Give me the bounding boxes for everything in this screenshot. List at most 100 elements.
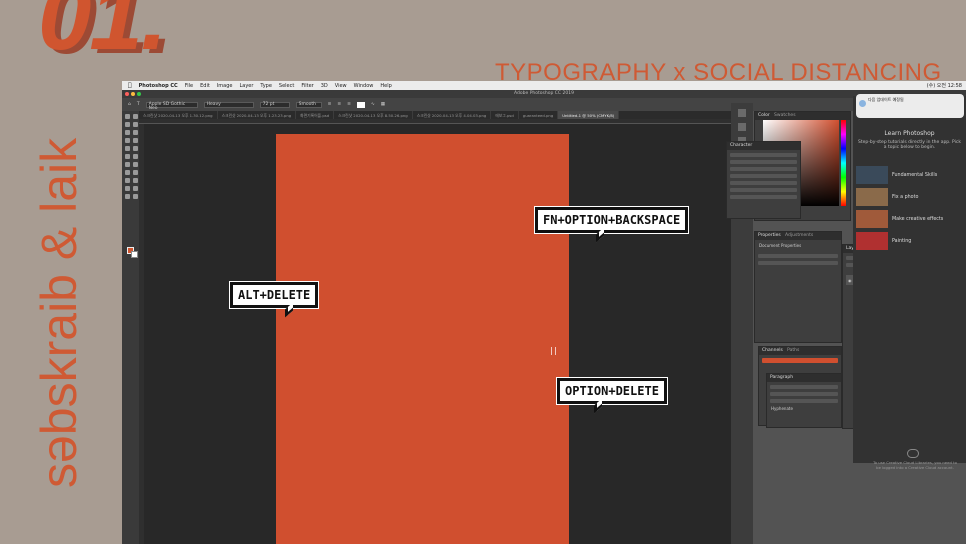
tab-paths[interactable]: Paths [787, 348, 799, 353]
menu-window[interactable]: Window [354, 83, 374, 89]
notification-text: 다음 업데이트 예정됨 [868, 97, 904, 102]
menu-select[interactable]: Select [279, 83, 294, 89]
shape-tool-icon[interactable] [125, 186, 130, 191]
brush-tool-icon[interactable] [125, 146, 130, 151]
doc-tab[interactable]: 애보그.psd [491, 111, 519, 119]
type-tool-icon[interactable]: T [137, 102, 140, 107]
title-bar: Adobe Photoshop CC 2019 [122, 90, 966, 98]
menu-layer[interactable]: Layer [239, 83, 253, 89]
tab-swatches[interactable]: Swatches [774, 113, 796, 118]
paragraph-indent-fields[interactable] [770, 392, 838, 396]
home-icon[interactable]: ⌂ [128, 102, 131, 107]
character-language-field[interactable] [730, 195, 797, 199]
lasso-tool-icon[interactable] [125, 122, 130, 127]
eraser-tool-icon[interactable] [133, 154, 138, 159]
character-style-buttons[interactable] [730, 188, 797, 192]
font-style-select[interactable]: Heavy [203, 101, 254, 108]
menu-image[interactable]: Image [217, 83, 233, 89]
doc-tab[interactable]: 스크린샷 2020-04-13 오후 1.23.23.png [218, 111, 297, 119]
document-tabs: 스크린샷 2020-04-13 오후 1.30.12.png 스크린샷 2020… [139, 111, 731, 119]
app-name[interactable]: Photoshop CC [139, 83, 178, 89]
menubar-clock[interactable]: (수) 오전 12:58 [927, 82, 962, 89]
doc-tab[interactable]: 스크린샷 2020-04-13 오후 1.30.12.png [139, 111, 218, 119]
align-left-icon[interactable]: ≡ [328, 102, 332, 107]
menu-help[interactable]: Help [380, 83, 391, 89]
doc-tab-active[interactable]: Untitled-1 @ 50% (CMYK/8) [558, 111, 620, 119]
tab-properties[interactable]: Properties [758, 233, 781, 238]
menu-edit[interactable]: Edit [200, 83, 210, 89]
menu-filter[interactable]: Filter [301, 83, 313, 89]
move-tool-icon[interactable] [125, 114, 130, 119]
character-title: Character [727, 142, 800, 150]
character-leading-field[interactable] [730, 167, 797, 171]
font-size-select[interactable]: 72 pt [259, 101, 290, 108]
tab-channels[interactable]: Channels [762, 348, 783, 353]
menu-view[interactable]: View [335, 83, 347, 89]
doc-resolution-field[interactable] [758, 261, 838, 265]
history-icon[interactable] [738, 109, 746, 117]
eyedropper-tool-icon[interactable] [125, 138, 130, 143]
character-size-field[interactable] [730, 160, 797, 164]
minimize-icon[interactable] [131, 92, 135, 96]
antialias-select[interactable]: Smooth [295, 101, 322, 108]
gradient-tool-icon[interactable] [125, 162, 130, 167]
menu-3d[interactable]: 3D [321, 83, 328, 89]
shortcut-bubble-fn-option-backspace: FN+OPTION+BACKSPACE [535, 207, 689, 243]
align-right-icon[interactable]: ≡ [347, 102, 351, 107]
toolbar [122, 111, 139, 544]
zoom-icon[interactable] [137, 92, 141, 96]
learn-item[interactable]: Painting [856, 232, 964, 250]
character-tracking-field[interactable] [730, 174, 797, 178]
panels-icon[interactable]: ▦ [381, 102, 385, 107]
character-font-field[interactable] [730, 153, 797, 157]
hue-slider[interactable] [841, 120, 846, 206]
creative-cloud-icon [907, 449, 919, 458]
brush-settings-icon[interactable] [738, 123, 746, 131]
learn-item[interactable]: Make creative effects [856, 210, 964, 228]
type-tool-icon[interactable] [125, 178, 130, 183]
crop-tool-icon[interactable] [125, 130, 130, 135]
doc-tab[interactable]: 스크린샷 2020-04-13 오후 4.04.03.png [413, 111, 492, 119]
warp-text-icon[interactable]: ∿ [371, 102, 375, 107]
menu-file[interactable]: File [185, 83, 193, 89]
visibility-eye-icon[interactable]: ◉ [848, 278, 852, 283]
gear-icon [859, 100, 866, 107]
tab-color[interactable]: Color [758, 113, 770, 118]
font-family-select[interactable]: Apple SD Gothic Neo [145, 101, 198, 110]
learn-item[interactable]: Fix a photo [856, 188, 964, 206]
background-color-swatch[interactable] [131, 251, 138, 258]
character-panel: Character [726, 141, 801, 219]
document-canvas[interactable] [276, 134, 569, 544]
spot-heal-tool-icon[interactable] [133, 138, 138, 143]
menu-type[interactable]: Type [260, 83, 271, 89]
align-center-icon[interactable]: ≡ [337, 102, 341, 107]
doc-size-field[interactable] [758, 254, 838, 258]
update-notification[interactable]: 다음 업데이트 예정됨 [856, 94, 964, 118]
learn-item[interactable]: Fundamental Skills [856, 166, 964, 184]
blur-tool-icon[interactable] [133, 162, 138, 167]
text-color-swatch[interactable] [356, 101, 365, 108]
quick-select-tool-icon[interactable] [133, 122, 138, 127]
learn-title: Learn Photoshop [884, 130, 935, 137]
zoom-tool-icon[interactable] [125, 194, 130, 199]
dodge-tool-icon[interactable] [125, 170, 130, 175]
stamp-tool-icon[interactable] [133, 146, 138, 151]
path-select-icon[interactable] [133, 178, 138, 183]
channel-row[interactable] [762, 358, 838, 363]
pen-tool-icon[interactable] [133, 170, 138, 175]
character-scale-field[interactable] [730, 181, 797, 185]
hand-tool-icon[interactable] [133, 186, 138, 191]
doc-tab[interactable]: 스크린샷 2020-04-13 오후 8.50.26.png [334, 111, 413, 119]
doc-tab[interactable]: 화면기록어플.psd [296, 111, 335, 119]
close-icon[interactable] [125, 92, 129, 96]
doc-tab[interactable]: guaranteed.png [519, 111, 559, 119]
history-brush-icon[interactable] [125, 154, 130, 159]
learn-subtitle: Step-by-step tutorials directly in the a… [858, 140, 961, 150]
frame-tool-icon[interactable] [133, 130, 138, 135]
marquee-tool-icon[interactable] [133, 114, 138, 119]
paragraph-align-buttons[interactable] [770, 385, 838, 389]
apple-icon[interactable]:  [128, 82, 132, 89]
tab-adjustments[interactable]: Adjustments [785, 233, 813, 238]
hyphenate-checkbox[interactable]: Hyphenate [767, 403, 841, 414]
more-tools-icon[interactable] [133, 194, 138, 199]
